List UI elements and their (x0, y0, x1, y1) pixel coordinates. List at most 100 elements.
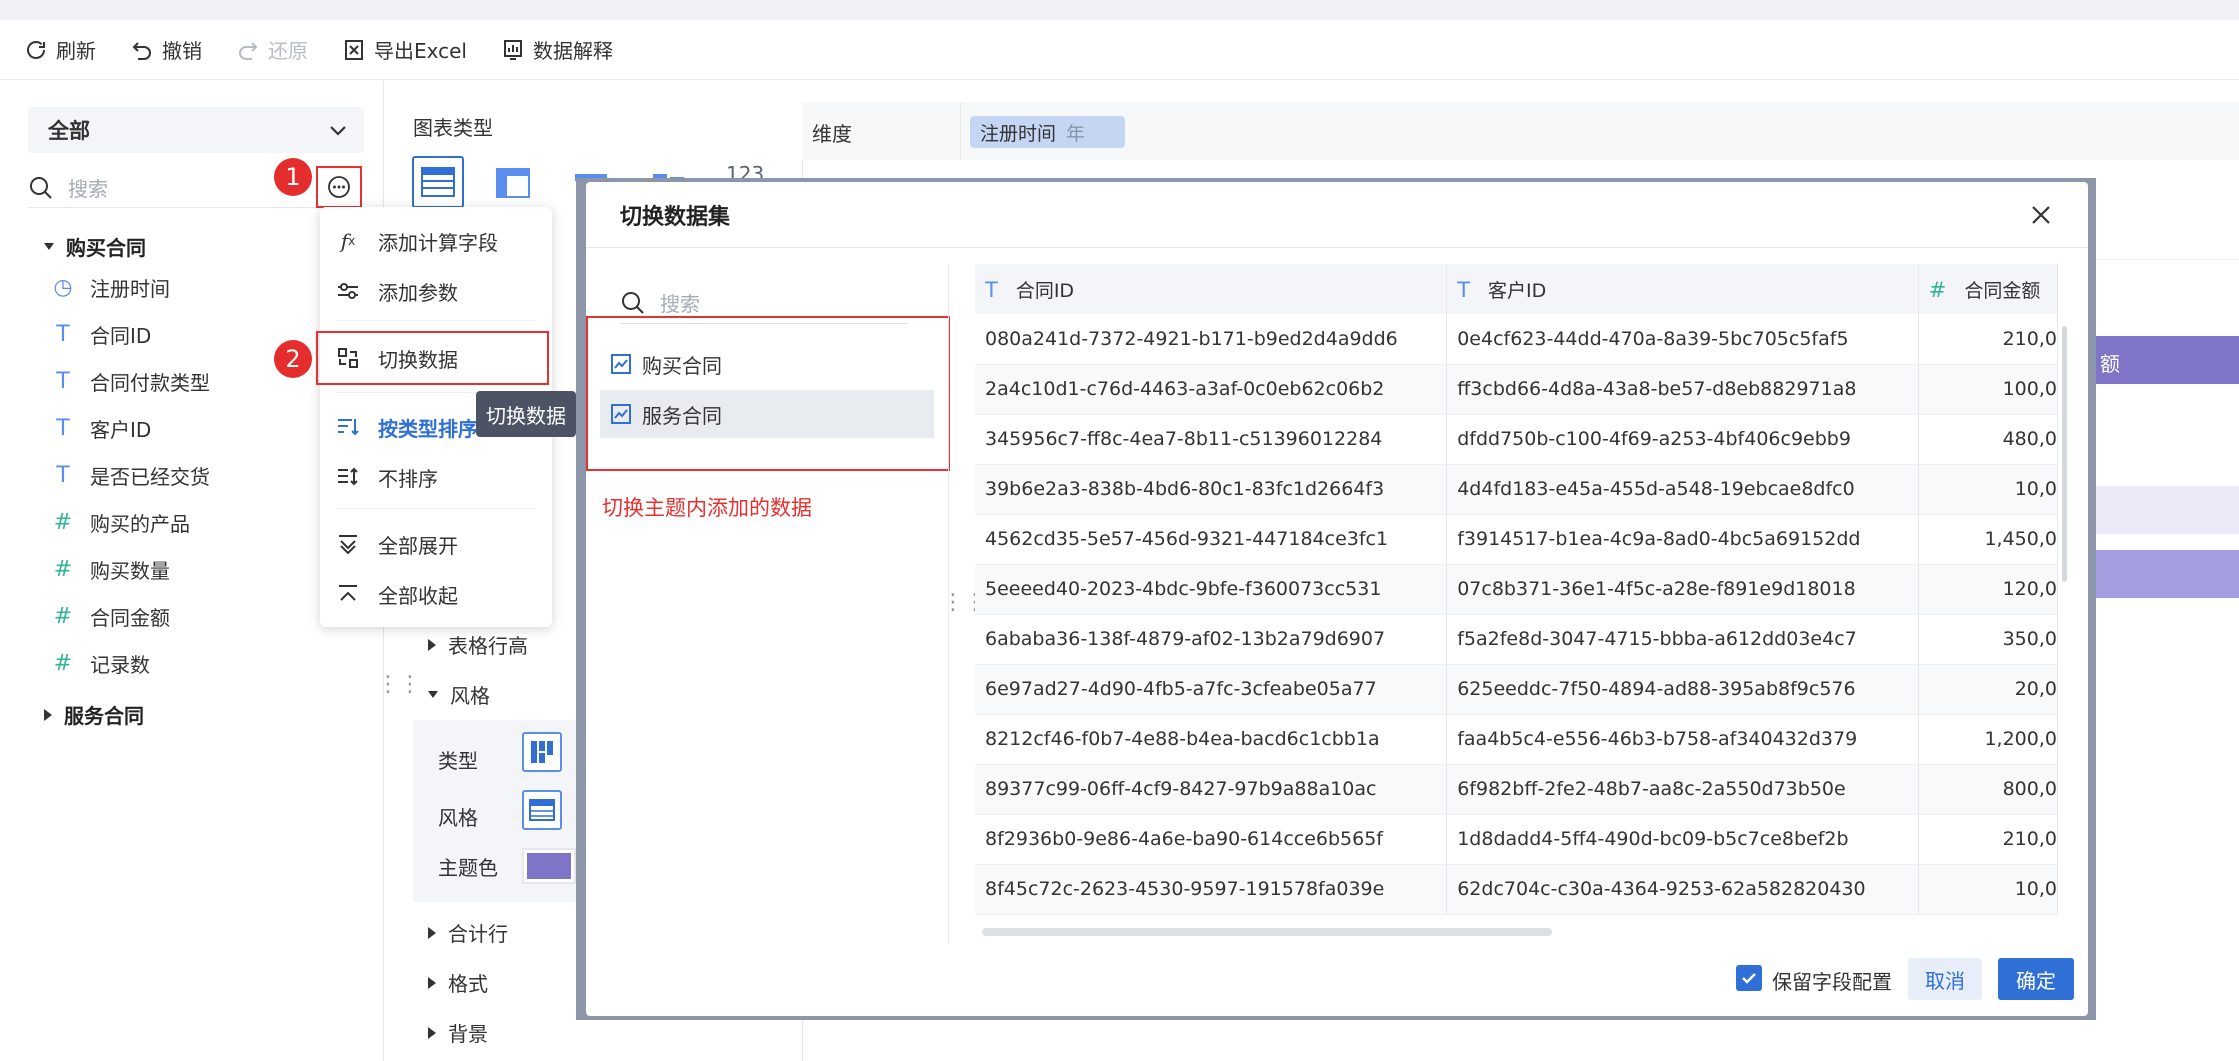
tree-group-service-contract[interactable]: 服务合同 (44, 700, 144, 729)
horizontal-scrollbar[interactable] (982, 928, 1552, 936)
menu-item-label: 按类型排序 (378, 416, 478, 441)
contract-id-cell: 6e97ad27-4d90-4fb5-a7fc-3cfeabe05a77 (975, 664, 1448, 715)
field-item[interactable]: # 购买的产品 (52, 508, 190, 537)
undo-button[interactable]: 撤销 (130, 32, 202, 68)
table-row: 080a241d-7372-4921-b171-b9ed2d4a9dd6 0e4c… (975, 314, 2058, 365)
style-type-option[interactable] (522, 732, 562, 772)
collapse-all-icon (336, 584, 360, 604)
field-item[interactable]: T 合同付款类型 (52, 367, 210, 396)
no-sort-icon (336, 467, 360, 487)
excel-icon (345, 39, 363, 60)
sliders-icon (336, 282, 360, 300)
amount-cell: 10,0 (1918, 864, 2058, 915)
cancel-button[interactable]: 取消 (1908, 958, 1982, 1000)
vertical-scrollbar[interactable] (2062, 326, 2067, 582)
dialog-header: 切换数据集 (586, 182, 2088, 248)
menu-item-add-calculated-field[interactable]: fx 添加计算字段 (336, 221, 498, 261)
style-style-option[interactable] (522, 790, 562, 830)
menu-item-label: 添加计算字段 (378, 230, 498, 255)
field-item[interactable]: # 合同金额 (52, 602, 170, 631)
menu-item-add-parameter[interactable]: 添加参数 (336, 271, 458, 311)
more-options-button[interactable] (316, 166, 362, 208)
refresh-button[interactable]: 刷新 (24, 32, 96, 68)
section-row-height[interactable]: 表格行高 (428, 630, 528, 659)
data-preview-table: T 合同ID T 客户ID # 合同金额 080a241d-7372-4921-b17… (975, 264, 2058, 924)
ok-button[interactable]: 确定 (1998, 958, 2074, 1000)
contract-id-cell: 5eeeed40-2023-4bdc-9bfe-f360073cc531 (975, 564, 1448, 615)
chart-type-table-option[interactable] (412, 156, 464, 208)
tree-group-label: 服务合同 (64, 704, 144, 728)
field-item[interactable]: # 购买数量 (52, 555, 170, 584)
contract-id-cell: 345956c7-ff8c-4ea7-8b11-c51396012284 (975, 414, 1448, 465)
theme-color-picker[interactable] (522, 848, 576, 884)
crosstab-icon (496, 168, 530, 198)
table-row: 8f2936b0-9e86-4a6e-ba90-614cce6b565f 1d8d… (975, 814, 2058, 865)
table-header-row: T 合同ID T 客户ID # 合同金额 (975, 264, 2058, 314)
field-label: 合同ID (90, 324, 152, 348)
contract-id-cell: 89377c99-06ff-4cf9-8427-97b9a88a10ac (975, 764, 1448, 815)
text-type-icon: T (56, 369, 70, 394)
fx-icon: fx (340, 229, 356, 253)
field-item[interactable]: # 记录数 (52, 649, 150, 678)
menu-item-sort-by-type[interactable]: 按类型排序 (336, 407, 478, 447)
field-item[interactable]: T 客户ID (52, 414, 151, 443)
table-row: 2a4c10d1-c76d-4463-a3af-0c0eb62c06b2 ff3c… (975, 364, 2058, 415)
field-label: 购买数量 (90, 559, 170, 583)
section-style[interactable]: 风格 (428, 680, 490, 709)
close-icon (2032, 206, 2050, 224)
menu-item-expand-all[interactable]: 全部展开 (336, 524, 458, 564)
scope-select[interactable]: 全部 (28, 107, 364, 153)
data-explain-button[interactable]: 数据解释 (501, 32, 613, 68)
keep-field-config-label: 保留字段配置 (1772, 970, 1892, 994)
contract-id-cell: 080a241d-7372-4921-b171-b9ed2d4a9dd6 (975, 314, 1448, 365)
field-search[interactable]: 搜索 (28, 168, 364, 208)
text-type-icon: T (985, 277, 998, 302)
column-header: # 合同金额 (1918, 264, 2058, 314)
column-header-label: 客户ID (1488, 279, 1547, 302)
refresh-label: 刷新 (56, 39, 96, 63)
sort-by-type-icon (336, 417, 360, 437)
section-total-row[interactable]: 合计行 (428, 918, 508, 947)
search-icon (622, 291, 644, 314)
redo-button[interactable]: 还原 (236, 32, 308, 68)
field-item[interactable]: ◷ 注册时间 (52, 273, 170, 302)
section-label: 合计行 (448, 922, 508, 946)
caret-down-icon (428, 691, 438, 698)
customer-id-cell: 1d8dadd4-5ff4-490d-bc09-b5c7ce8bef2b (1446, 814, 1919, 865)
chart-type-crosstab-option[interactable] (490, 160, 536, 206)
caret-right-icon (428, 1026, 436, 1039)
preview-header-text: 额 (2100, 352, 2120, 376)
amount-cell: 10,0 (1918, 464, 2058, 515)
column-header: T 客户ID (1446, 264, 1919, 314)
column-header: T 合同ID (975, 264, 1448, 314)
field-item[interactable]: T 合同ID (52, 320, 151, 349)
scope-value: 全部 (48, 119, 90, 143)
layout-icon (531, 741, 553, 763)
customer-id-cell: dfdd750b-c100-4f69-a253-4bf406c9ebb9 (1446, 414, 1919, 465)
table-body: 080a241d-7372-4921-b171-b9ed2d4a9dd6 0e4c… (975, 314, 2058, 915)
dataset-hint: 切换主题内添加的数据 (602, 496, 812, 520)
dataset-search-placeholder: 搜索 (660, 292, 700, 316)
clock-icon: ◷ (53, 275, 73, 300)
menu-item-collapse-all[interactable]: 全部收起 (336, 574, 458, 614)
contract-id-cell: 6ababa36-138f-4879-af02-13b2a79d6907 (975, 614, 1448, 665)
export-excel-button[interactable]: 导出Excel (342, 32, 467, 68)
tree-group-purchase-contract[interactable]: 购买合同 (44, 232, 146, 261)
table-row: 4562cd35-5e57-456d-9321-447184ce3fc1 f391… (975, 514, 2058, 565)
section-background[interactable]: 背景 (428, 1018, 488, 1047)
close-button[interactable] (2026, 200, 2056, 230)
amount-cell: 1,200,0 (1918, 714, 2058, 765)
text-type-icon: T (56, 463, 70, 488)
field-item[interactable]: T 是否已经交货 (52, 461, 210, 490)
table-row: 6e97ad27-4d90-4fb5-a7fc-3cfeabe05a77 625e… (975, 664, 2058, 715)
dimension-dropzone[interactable] (960, 102, 2239, 160)
dimension-chip[interactable]: 注册时间 年 (970, 116, 1125, 148)
field-label: 记录数 (90, 653, 150, 677)
section-format[interactable]: 格式 (428, 968, 488, 997)
text-type-icon: T (56, 416, 70, 441)
section-label: 格式 (448, 972, 488, 996)
text-type-icon: T (56, 322, 70, 347)
menu-item-no-sort[interactable]: 不排序 (336, 457, 438, 497)
keep-field-config-checkbox[interactable] (1736, 965, 1762, 991)
amount-cell: 480,0 (1918, 414, 2058, 465)
